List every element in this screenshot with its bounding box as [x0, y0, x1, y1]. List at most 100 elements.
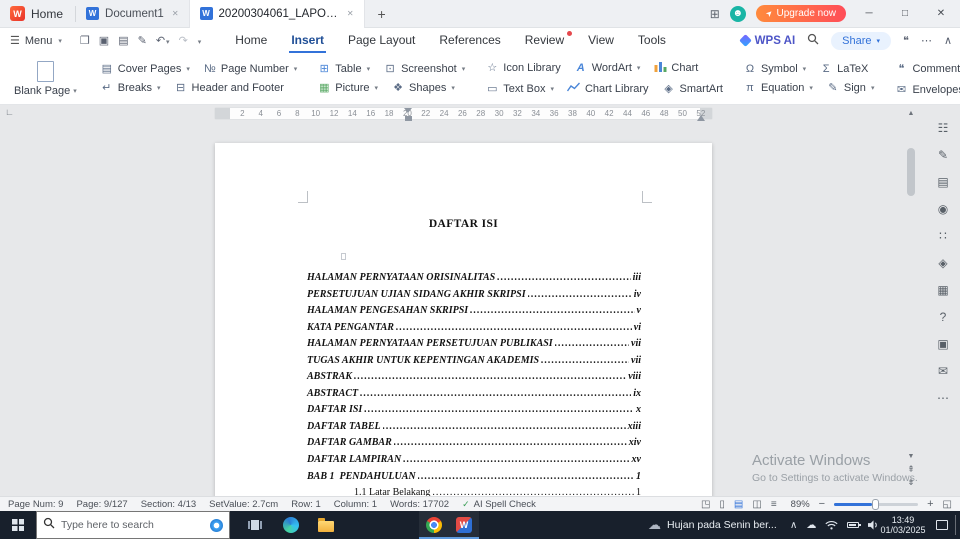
minimize-button[interactable]: ─: [856, 8, 882, 19]
next-page-button[interactable]: ⇟: [905, 476, 917, 489]
comment-icon[interactable]: ❝: [903, 34, 909, 47]
view-outline-icon[interactable]: ≡: [771, 499, 777, 510]
zoom-slider-handle[interactable]: [871, 498, 879, 510]
redo-icon[interactable]: ↷: [179, 34, 188, 47]
tab-tools[interactable]: Tools: [626, 28, 678, 53]
close-button[interactable]: ✕: [928, 8, 954, 19]
status-set-value[interactable]: SetValue: 2.7cm: [209, 499, 278, 510]
collapse-ribbon-icon[interactable]: ∧: [944, 34, 952, 47]
scrollbar-track[interactable]: [905, 120, 917, 451]
new-tab-button[interactable]: +: [371, 4, 393, 24]
scroll-down-icon[interactable]: ▼: [905, 451, 917, 463]
ribbon-button-shapes[interactable]: ❖ Shapes ▾: [386, 80, 460, 96]
ribbon-button-equation[interactable]: π Equation ▾: [738, 80, 818, 96]
taskbar-clock[interactable]: 13:49 01/03/2025: [878, 511, 928, 539]
taskbar-app-chrome[interactable]: [419, 511, 449, 539]
status-page-num[interactable]: Page Num: 9: [8, 499, 63, 510]
more-options-icon[interactable]: ⋯: [921, 34, 932, 47]
ribbon-button-header-footer[interactable]: ⊟ Header and Footer: [169, 80, 289, 96]
ruler-strip[interactable]: 2 4 6 8 10 12 14 16 18 20 22 24 26 28 30 32 34 36 38 40 42 44…: [215, 108, 712, 121]
view-fullscreen-icon[interactable]: ◳: [701, 499, 710, 510]
ruler[interactable]: ∟ 2 4 6 8 10 12 14 16 18 20 22 24 26 28 30 32 34 36 38 40 42…: [0, 105, 960, 122]
wps-home-button[interactable]: W Home: [0, 0, 75, 28]
grid-panel-icon[interactable]: ▦: [931, 276, 955, 303]
ribbon-button-blank-page[interactable]: Blank Page ▾: [6, 59, 85, 99]
scrollbar-thumb[interactable]: [907, 148, 915, 196]
document-tab-1[interactable]: W Document1 ✕: [76, 0, 190, 28]
taskbar-search[interactable]: [36, 511, 230, 539]
zoom-slider[interactable]: [834, 498, 919, 510]
ribbon-button-picture[interactable]: ▦ Picture ▾: [312, 80, 383, 96]
format-painter-icon[interactable]: ✎: [138, 34, 147, 47]
start-button[interactable]: [0, 511, 36, 539]
zoom-in-button[interactable]: +: [927, 498, 933, 510]
ribbon-button-envelopes[interactable]: ✉ Envelopes: [889, 82, 960, 98]
ribbon-button-cover-pages[interactable]: ▤ Cover Pages ▾: [95, 61, 195, 77]
taskbar-weather[interactable]: ☁ Hujan pada Senin ber...: [648, 511, 777, 539]
print-icon[interactable]: ▤: [118, 34, 128, 47]
tools-icon[interactable]: ∷: [931, 222, 955, 249]
taskbar-search-input[interactable]: [61, 519, 204, 531]
ribbon-button-chart[interactable]: Chart: [648, 59, 703, 77]
hidden-icons-chevron[interactable]: ∧: [790, 520, 797, 531]
status-words[interactable]: Words: 17702: [390, 499, 449, 510]
network-icon[interactable]: [825, 520, 838, 531]
status-page[interactable]: Page: 9/127: [76, 499, 127, 510]
workspace-grid-icon[interactable]: ⊞: [710, 7, 720, 21]
vertical-scrollbar[interactable]: ▲ ▼ ⇞ ⇟: [905, 108, 917, 489]
save-icon[interactable]: ▣: [99, 34, 109, 47]
notes-icon[interactable]: ▤: [931, 168, 955, 195]
view-web-layout-icon[interactable]: ◫: [752, 499, 761, 510]
view-read-icon[interactable]: ▯: [719, 499, 725, 510]
tab-home[interactable]: Home: [223, 28, 279, 53]
properties-icon[interactable]: ☷: [931, 114, 955, 141]
tab-references[interactable]: References: [427, 28, 512, 53]
document-tab-2[interactable]: W 20200304061_LAPORAN SKRIP... ✕: [189, 0, 365, 28]
seal-icon[interactable]: ◉: [931, 195, 955, 222]
ribbon-button-page-number[interactable]: № Page Number ▾: [198, 61, 302, 77]
ribbon-button-chart-library[interactable]: Chart Library: [562, 80, 654, 98]
customize-toolbar-icon[interactable]: ▾: [197, 35, 202, 47]
taskbar-app-wps[interactable]: W: [449, 511, 479, 539]
upgrade-button[interactable]: ➤ Upgrade now: [755, 5, 846, 22]
cortana-icon[interactable]: [210, 518, 223, 532]
taskbar-app-file-explorer[interactable]: [311, 511, 341, 539]
undo-icon[interactable]: ↶▾: [156, 34, 170, 47]
wps-ai-button[interactable]: WPS AI: [738, 34, 795, 47]
status-column[interactable]: Column: 1: [334, 499, 377, 510]
view-print-layout-icon[interactable]: ▤: [734, 499, 743, 510]
ribbon-button-table[interactable]: ⊞ Table ▾: [312, 61, 375, 77]
show-desktop-button[interactable]: [955, 515, 960, 535]
action-center-button[interactable]: [930, 511, 954, 539]
maximize-button[interactable]: □: [892, 8, 918, 19]
close-tab-icon[interactable]: ✕: [345, 7, 356, 20]
ribbon-button-wordart[interactable]: A WordArt ▾: [569, 60, 646, 76]
scroll-up-icon[interactable]: ▲: [905, 108, 917, 120]
help-icon[interactable]: ?: [931, 303, 955, 330]
ribbon-button-symbol[interactable]: Ω Symbol ▾: [738, 61, 811, 77]
spell-check-button[interactable]: ✓ AI Spell Check: [462, 499, 536, 510]
menu-button[interactable]: ☰ Menu ▾: [0, 34, 72, 48]
snapshot-icon[interactable]: ▣: [931, 330, 955, 357]
tab-page-layout[interactable]: Page Layout: [336, 28, 427, 53]
ribbon-button-screenshot[interactable]: ⊡ Screenshot ▾: [378, 61, 470, 77]
tab-view[interactable]: View: [576, 28, 626, 53]
ribbon-button-text-box[interactable]: ▭ Text Box ▾: [480, 81, 559, 97]
fit-page-icon[interactable]: ◱: [943, 499, 952, 510]
tab-stop-selector[interactable]: ∟: [5, 107, 14, 117]
tab-review[interactable]: Review: [513, 28, 576, 53]
feedback-icon[interactable]: ✉: [931, 357, 955, 384]
task-view-button[interactable]: [240, 511, 270, 539]
more-tools-icon[interactable]: ⋯: [931, 384, 955, 411]
close-tab-icon[interactable]: ✕: [170, 7, 181, 20]
taskbar-app-edge[interactable]: [276, 511, 306, 539]
ribbon-button-latex[interactable]: Σ LaTeX: [814, 61, 873, 77]
ribbon-button-smartart[interactable]: ◈ SmartArt: [657, 81, 728, 97]
ribbon-button-icon-library[interactable]: ☆ Icon Library: [480, 60, 565, 76]
ribbon-button-comment[interactable]: ❝ Comment: [889, 61, 960, 77]
ribbon-button-sign[interactable]: ✎ Sign ▾: [821, 80, 880, 96]
hanging-indent-marker[interactable]: [405, 116, 412, 121]
open-file-icon[interactable]: ❐: [80, 34, 90, 47]
zoom-percent[interactable]: 89%: [786, 499, 810, 510]
edit-pen-icon[interactable]: ✎: [931, 141, 955, 168]
